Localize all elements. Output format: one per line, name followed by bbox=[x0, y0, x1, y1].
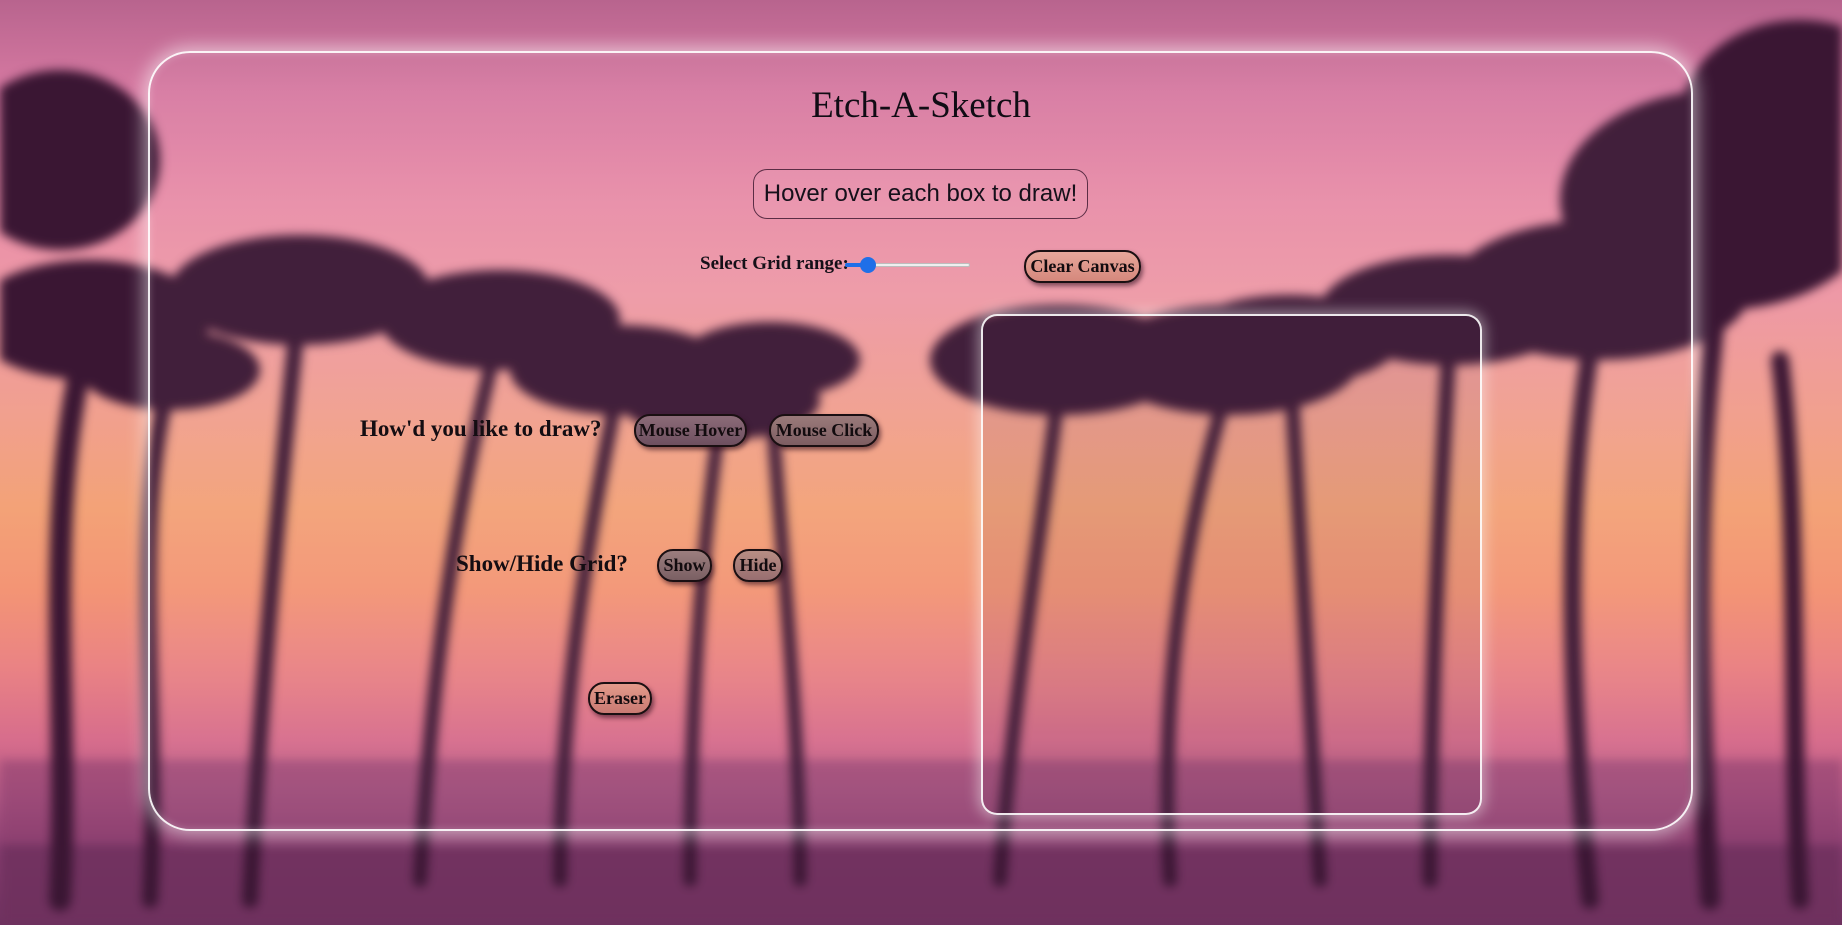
grid-range-slider[interactable] bbox=[845, 257, 970, 273]
hide-grid-button[interactable]: Hide bbox=[733, 549, 783, 582]
mouse-click-button[interactable]: Mouse Click bbox=[769, 414, 879, 447]
grid-toggle-label: Show/Hide Grid? bbox=[456, 551, 628, 576]
show-grid-button[interactable]: Show bbox=[657, 549, 712, 582]
grid-range-label: Select Grid range: bbox=[700, 253, 849, 274]
slider-thumb[interactable] bbox=[860, 257, 876, 273]
mouse-hover-button[interactable]: Mouse Hover bbox=[634, 414, 747, 447]
page-title: Etch-A-Sketch bbox=[811, 85, 1031, 126]
instruction-banner: Hover over each box to draw! bbox=[753, 169, 1088, 219]
clear-canvas-button[interactable]: Clear Canvas bbox=[1024, 250, 1141, 283]
drawing-canvas[interactable] bbox=[981, 314, 1482, 815]
draw-mode-label: How'd you like to draw? bbox=[360, 416, 602, 441]
eraser-button[interactable]: Eraser bbox=[588, 682, 652, 715]
